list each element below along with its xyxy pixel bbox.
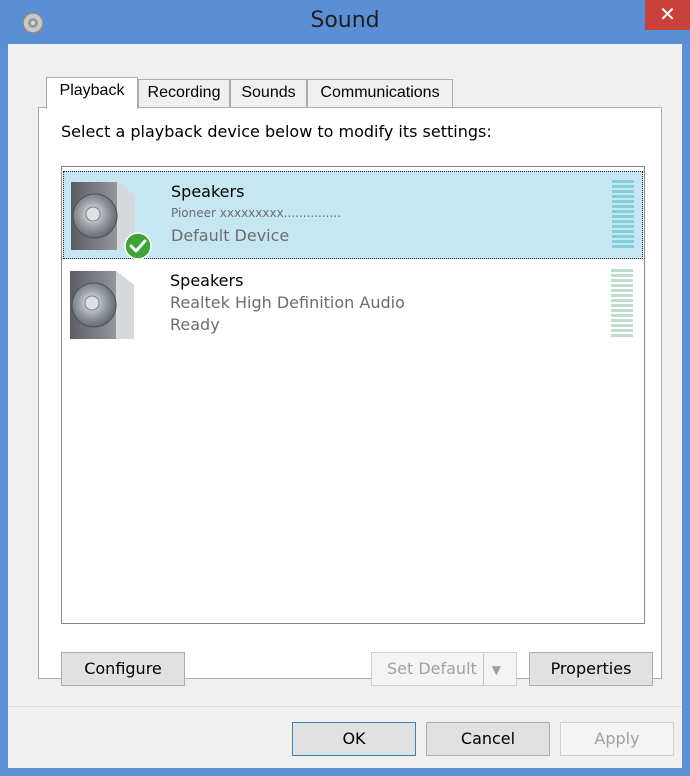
set-default-label: Set Default	[386, 659, 477, 678]
green-check-icon	[124, 232, 152, 260]
device-row[interactable]: Speakers Pioneer xxxxxxxxx..............…	[63, 171, 643, 260]
ok-button[interactable]: OK	[292, 722, 416, 756]
device-description: Realtek High Definition Audio	[170, 293, 405, 312]
divider	[8, 706, 682, 707]
cancel-button[interactable]: Cancel	[426, 722, 550, 756]
sound-window: Sound ✕ Playback Recording Sounds Commun…	[0, 0, 690, 776]
tab-recording[interactable]: Recording	[138, 79, 230, 107]
volume-meter	[612, 180, 634, 250]
device-list[interactable]: Speakers Pioneer xxxxxxxxx..............…	[61, 166, 645, 624]
device-name: Speakers	[171, 182, 245, 201]
properties-label: Properties	[550, 659, 632, 678]
tab-communications[interactable]: Communications	[307, 79, 453, 107]
device-status: Ready	[170, 315, 220, 334]
playback-panel: Select a playback device below to modify…	[38, 107, 662, 686]
device-description: Pioneer xxxxxxxxx...............	[171, 206, 341, 220]
configure-button[interactable]: Configure	[61, 652, 185, 686]
set-default-button[interactable]: Set Default ▼	[371, 652, 517, 686]
title-bar[interactable]: Sound ✕	[0, 0, 690, 44]
apply-button[interactable]: Apply	[560, 722, 674, 756]
speaker-icon	[70, 271, 134, 339]
dialog-body: Playback Recording Sounds Communications…	[8, 44, 682, 768]
configure-label: Configure	[84, 659, 162, 678]
volume-meter	[611, 269, 633, 339]
tab-sounds[interactable]: Sounds	[230, 79, 307, 107]
chevron-down-icon[interactable]: ▼	[482, 654, 501, 686]
device-status: Default Device	[171, 226, 290, 245]
device-row[interactable]: Speakers Realtek High Definition Audio R…	[63, 261, 643, 349]
close-button[interactable]: ✕	[645, 0, 690, 30]
device-name: Speakers	[170, 271, 244, 290]
window-title: Sound	[310, 8, 380, 33]
properties-button[interactable]: Properties	[529, 652, 653, 686]
tab-playback[interactable]: Playback	[46, 77, 138, 109]
instruction-text: Select a playback device below to modify…	[61, 122, 492, 141]
